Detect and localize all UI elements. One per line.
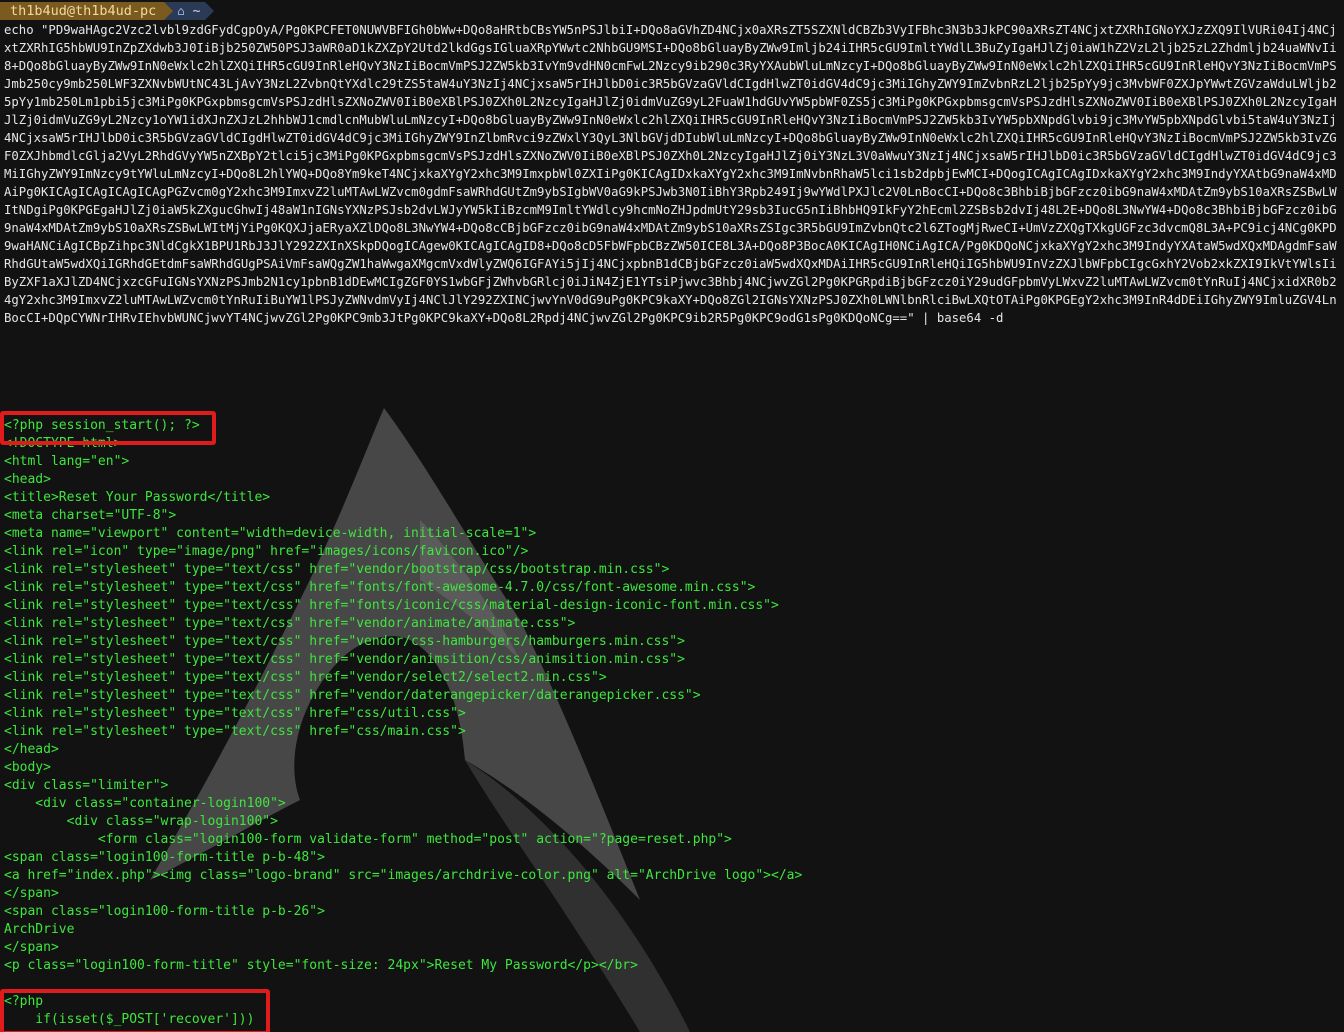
decoded-output: <?php session_start(); ?> <!DOCTYPE html>…: [4, 417, 1340, 1029]
output-line: </head>: [4, 742, 59, 757]
output-line: <link rel="stylesheet" type="text/css" h…: [4, 616, 576, 631]
output-line: <span class="login100-form-title p-b-26"…: [4, 904, 325, 919]
output-line: <link rel="stylesheet" type="text/css" h…: [4, 580, 756, 595]
prompt-path: ~: [188, 2, 205, 20]
output-line: <link rel="stylesheet" type="text/css" h…: [4, 634, 685, 649]
output-line: <link rel="icon" type="image/png" href="…: [4, 544, 529, 559]
command-line[interactable]: echo "PD9waHAgc2Vzc2lvbl9zdGFydCgpOyA/Pg…: [4, 23, 1337, 325]
output-line: <html lang="en">: [4, 454, 130, 469]
output-line: <?php: [4, 994, 44, 1009]
output-line: <title>Reset Your Password</title>: [4, 490, 271, 505]
home-icon: ⌂: [173, 2, 189, 20]
output-line: <link rel="stylesheet" type="text/css" h…: [4, 688, 701, 703]
output-line: <a href="index.php"><img class="logo-bra…: [4, 868, 803, 883]
output-line: if(isset($_POST['recover'])): [4, 1012, 255, 1027]
output-line: <link rel="stylesheet" type="text/css" h…: [4, 652, 685, 667]
prompt-user-host: th1b4ud@th1b4ud-pc: [0, 2, 165, 20]
output-line: <div class="container-login100">: [4, 796, 286, 811]
prompt-separator-icon: [164, 2, 174, 20]
output-line: <div class="wrap-login100">: [4, 814, 278, 829]
output-line: <meta charset="UTF-8">: [4, 508, 177, 523]
output-line: <body>: [4, 760, 51, 775]
shell-prompt: th1b4ud@th1b4ud-pc ⌂ ~: [0, 2, 224, 20]
output-line: <link rel="stylesheet" type="text/css" h…: [4, 724, 466, 739]
output-line: <!DOCTYPE html>: [4, 436, 122, 451]
command-text[interactable]: echo "PD9waHAgc2Vzc2lvbl9zdGFydCgpOyA/Pg…: [4, 21, 1340, 404]
output-line: <?php session_start(); ?>: [4, 418, 200, 433]
output-line: <meta name="viewport" content="width=dev…: [4, 526, 537, 541]
output-line: ArchDrive: [4, 922, 75, 937]
output-line: <link rel="stylesheet" type="text/css" h…: [4, 706, 466, 721]
output-line: <div class="limiter">: [4, 778, 169, 793]
output-line: <span class="login100-form-title p-b-48"…: [4, 850, 325, 865]
output-line: </span>: [4, 940, 59, 955]
output-line: <form class="login100-form validate-form…: [4, 832, 732, 847]
output-line: <link rel="stylesheet" type="text/css" h…: [4, 670, 607, 685]
prompt-separator-icon-2: [204, 2, 214, 20]
output-line: <p class="login100-form-title" style="fo…: [4, 958, 638, 973]
output-line: </span>: [4, 886, 59, 901]
output-line: <link rel="stylesheet" type="text/css" h…: [4, 598, 779, 613]
terminal-window[interactable]: th1b4ud@th1b4ud-pc ⌂ ~ echo "PD9waHAgc2V…: [0, 0, 1344, 1032]
output-line: <head>: [4, 472, 51, 487]
output-line: <link rel="stylesheet" type="text/css" h…: [4, 562, 670, 577]
